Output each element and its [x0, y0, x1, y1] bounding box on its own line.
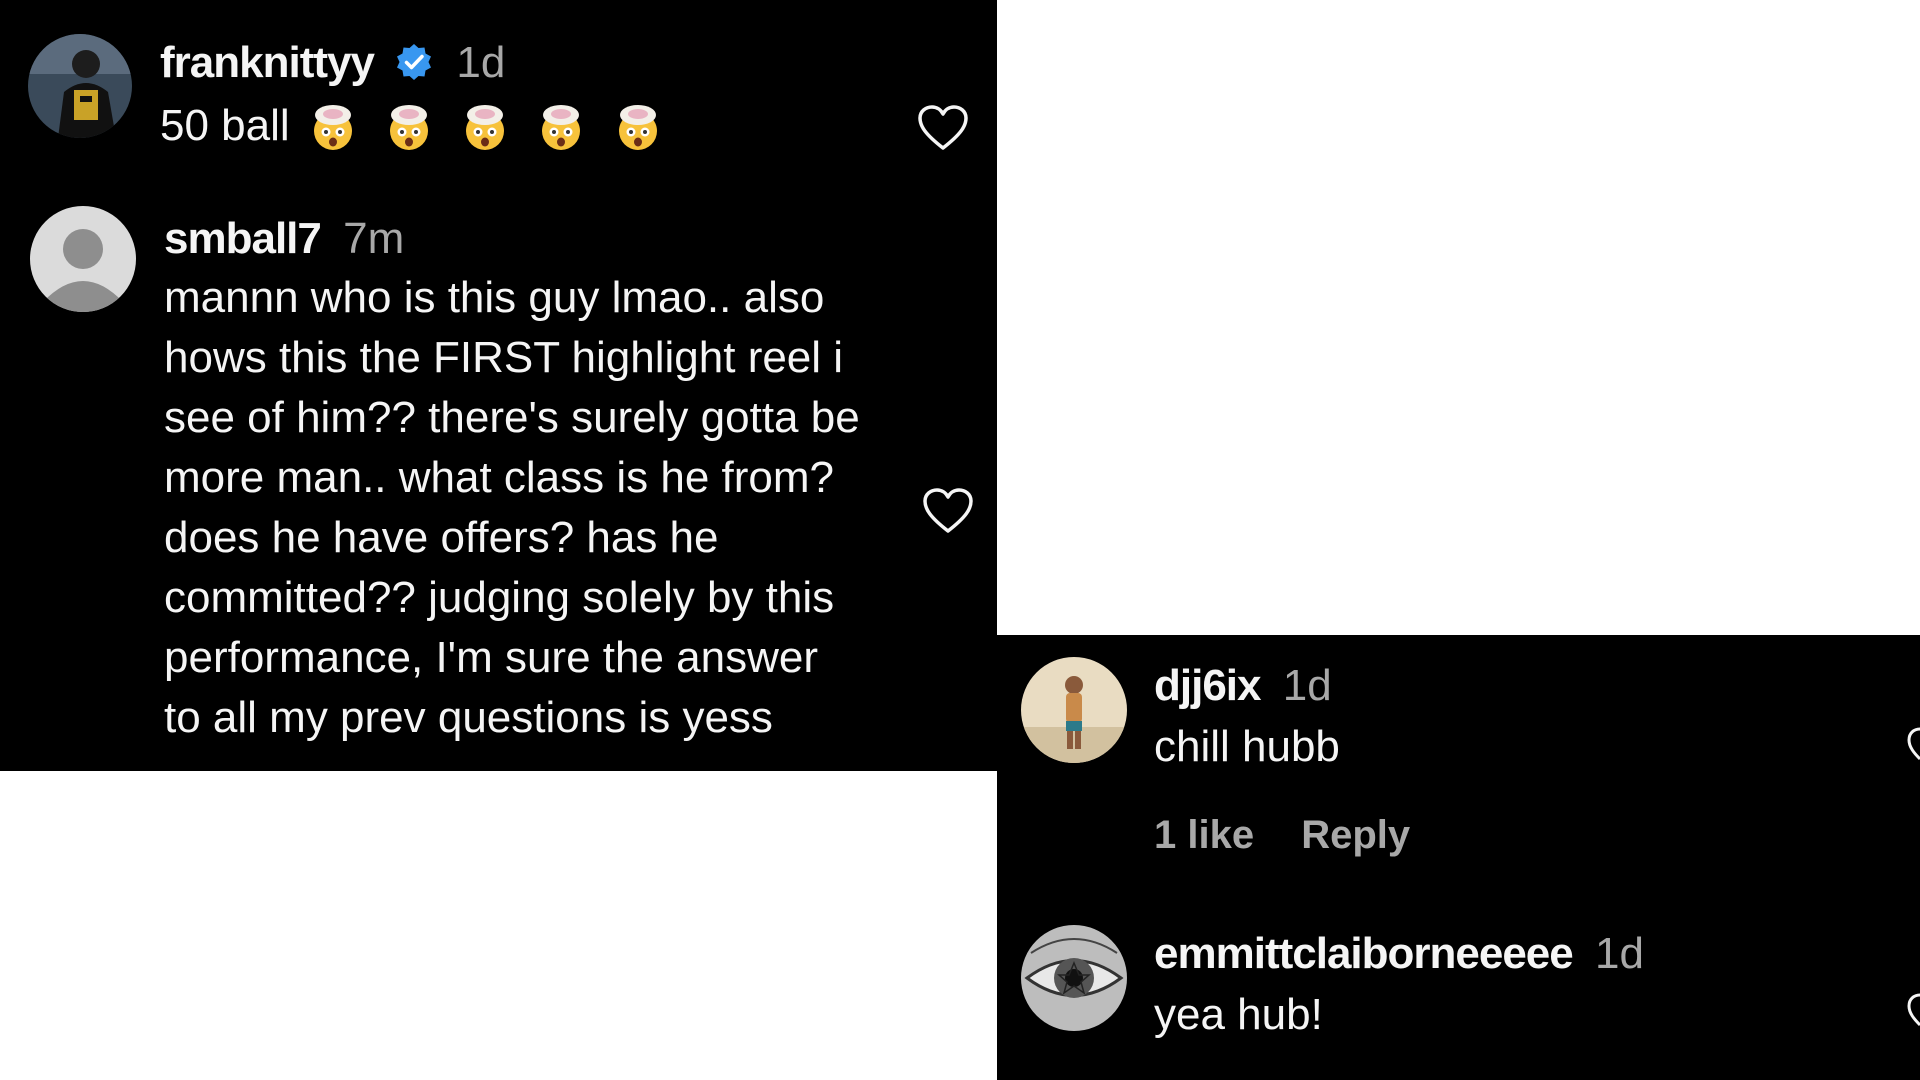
comment-text: chill hubb — [1154, 717, 1340, 777]
comment-text: 50 ball — [160, 96, 677, 168]
comment-text-line: committed?? judging solely by this — [164, 573, 835, 622]
timestamp[interactable]: 1d — [1595, 929, 1644, 978]
exploding-head-emoji — [313, 105, 352, 150]
comment-actions: 1 like Reply — [1154, 813, 1446, 858]
exploding-head-emoji — [389, 105, 428, 150]
verified-badge-icon — [394, 41, 434, 95]
eye-art-avatar — [1021, 925, 1127, 1031]
timestamp[interactable]: 1d — [456, 38, 505, 87]
heart-outline-icon[interactable] — [1906, 993, 1920, 1027]
username[interactable]: smball7 — [164, 214, 322, 263]
comment-text-line: does he have offers? has he — [164, 513, 719, 562]
comment-header: djj6ix 1d — [1154, 659, 1332, 713]
emoji-row — [308, 102, 677, 168]
comment-header: emmittclaiborneeeee 1d — [1154, 927, 1644, 981]
comment-text-line: see of him?? there's surely gotta be — [164, 393, 860, 442]
exploding-head-emoji — [542, 105, 581, 150]
player-photo-avatar — [28, 34, 132, 138]
timestamp[interactable]: 1d — [1283, 661, 1332, 710]
username[interactable]: franknittyy — [160, 38, 375, 87]
comment-text-line: mannn who is this guy lmao.. also — [164, 273, 825, 322]
comments-panel-bottom: djj6ix 1d chill hubb 1 like Reply emmitt… — [997, 635, 1920, 1080]
avatar[interactable] — [28, 34, 132, 138]
heart-outline-icon[interactable] — [917, 104, 969, 152]
exploding-head-emoji — [466, 105, 505, 150]
timestamp[interactable]: 7m — [343, 214, 404, 263]
comment-text-content: 50 ball — [160, 101, 290, 150]
comment-text: yea hub! — [1154, 985, 1323, 1045]
default-profile-avatar — [30, 206, 136, 312]
comment-text-content: yea hub! — [1154, 990, 1323, 1039]
reply-button[interactable]: Reply — [1301, 813, 1410, 857]
avatar[interactable] — [1021, 925, 1127, 1031]
comment-text-content: chill hubb — [1154, 722, 1340, 771]
comment-header: smball7 7m — [164, 212, 404, 266]
comments-panel-top: franknittyy 1d 50 ball smball7 7m mannn … — [0, 0, 997, 771]
comment-text-line: performance, I'm sure the answer — [164, 633, 819, 682]
comment-text-line: to all my prev questions is yess — [164, 693, 773, 742]
comment-djj6ix: djj6ix 1d chill hubb 1 like Reply — [997, 635, 1920, 895]
likes-count[interactable]: 1 like — [1154, 813, 1254, 857]
comment-text-line: hows this the FIRST highlight reel i — [164, 333, 844, 382]
comment-header: franknittyy 1d — [160, 36, 505, 95]
avatar[interactable] — [1021, 657, 1127, 763]
person-photo-avatar — [1021, 657, 1127, 763]
comment-emmittclaiborneeeee: emmittclaiborneeeee 1d yea hub! — [997, 913, 1920, 1080]
heart-outline-icon[interactable] — [1906, 727, 1920, 761]
username[interactable]: emmittclaiborneeeee — [1154, 929, 1574, 978]
username[interactable]: djj6ix — [1154, 661, 1261, 710]
comment-franknittyy: franknittyy 1d 50 ball — [0, 0, 997, 180]
exploding-head-emoji — [618, 105, 657, 150]
comment-text: mannn who is this guy lmao.. also hows t… — [164, 268, 924, 748]
comment-smball7: smball7 7m mannn who is this guy lmao.. … — [0, 190, 997, 770]
heart-outline-icon[interactable] — [922, 487, 974, 535]
comment-text-line: more man.. what class is he from? — [164, 453, 835, 502]
avatar[interactable] — [30, 206, 136, 312]
